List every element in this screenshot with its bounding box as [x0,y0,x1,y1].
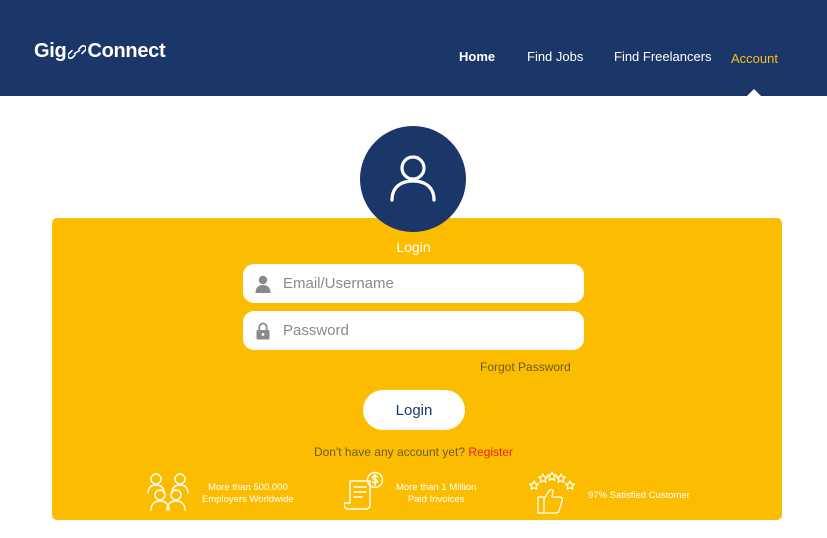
active-nav-indicator [747,89,761,96]
email-field[interactable] [243,264,584,303]
nav-account[interactable]: Account [731,51,778,66]
login-button[interactable]: Login [363,390,465,430]
stat-invoices-text: More than 1 Million Paid Invoices [396,482,476,506]
nav-home[interactable]: Home [459,49,495,64]
user-icon [387,151,439,208]
stat-employers-line2: Employers Worldwide [202,493,294,505]
satisfaction-icon [528,471,576,520]
login-title: Login [396,239,431,255]
password-field[interactable] [243,311,584,350]
nav-find-freelancers[interactable]: Find Freelancers [614,49,712,64]
register-link[interactable]: Register [468,445,513,459]
main-nav: Home Find Jobs Find Freelancers Account [0,48,827,68]
top-navbar: Gig Connect Home Find Jobs Find Freelanc… [0,0,827,96]
stat-invoices-line2: Paid Invoices [407,493,465,505]
stat-employers-text: More than 500.000 Employers Worldwide [202,482,294,506]
user-avatar [360,126,466,232]
register-prompt: Don't have any account yet? Register [0,445,827,459]
stat-invoices-line1: More than 1 Million [396,481,477,493]
forgot-password-link[interactable]: Forgot Password [480,360,571,374]
nav-find-jobs[interactable]: Find Jobs [527,49,583,64]
invoice-icon [343,471,386,516]
stat-employers: More than 500.000 Employers Worldwide [146,471,294,516]
stat-satisfaction-text: 97% Satisfied Customer [588,490,690,502]
user-silhouette-icon [243,275,283,293]
stat-satisfaction: 97% Satisfied Customer [528,471,690,520]
stat-invoices: More than 1 Million Paid Invoices [343,471,476,516]
lock-icon [243,322,283,340]
no-account-text: Don't have any account yet? [313,445,466,459]
password-input[interactable] [283,322,573,339]
email-input[interactable] [283,275,573,292]
people-icon [146,471,190,516]
stat-employers-line1: More than 500.000 [207,481,288,493]
stat-satisfaction-line1: 97% Satisfied Customer [588,489,690,501]
